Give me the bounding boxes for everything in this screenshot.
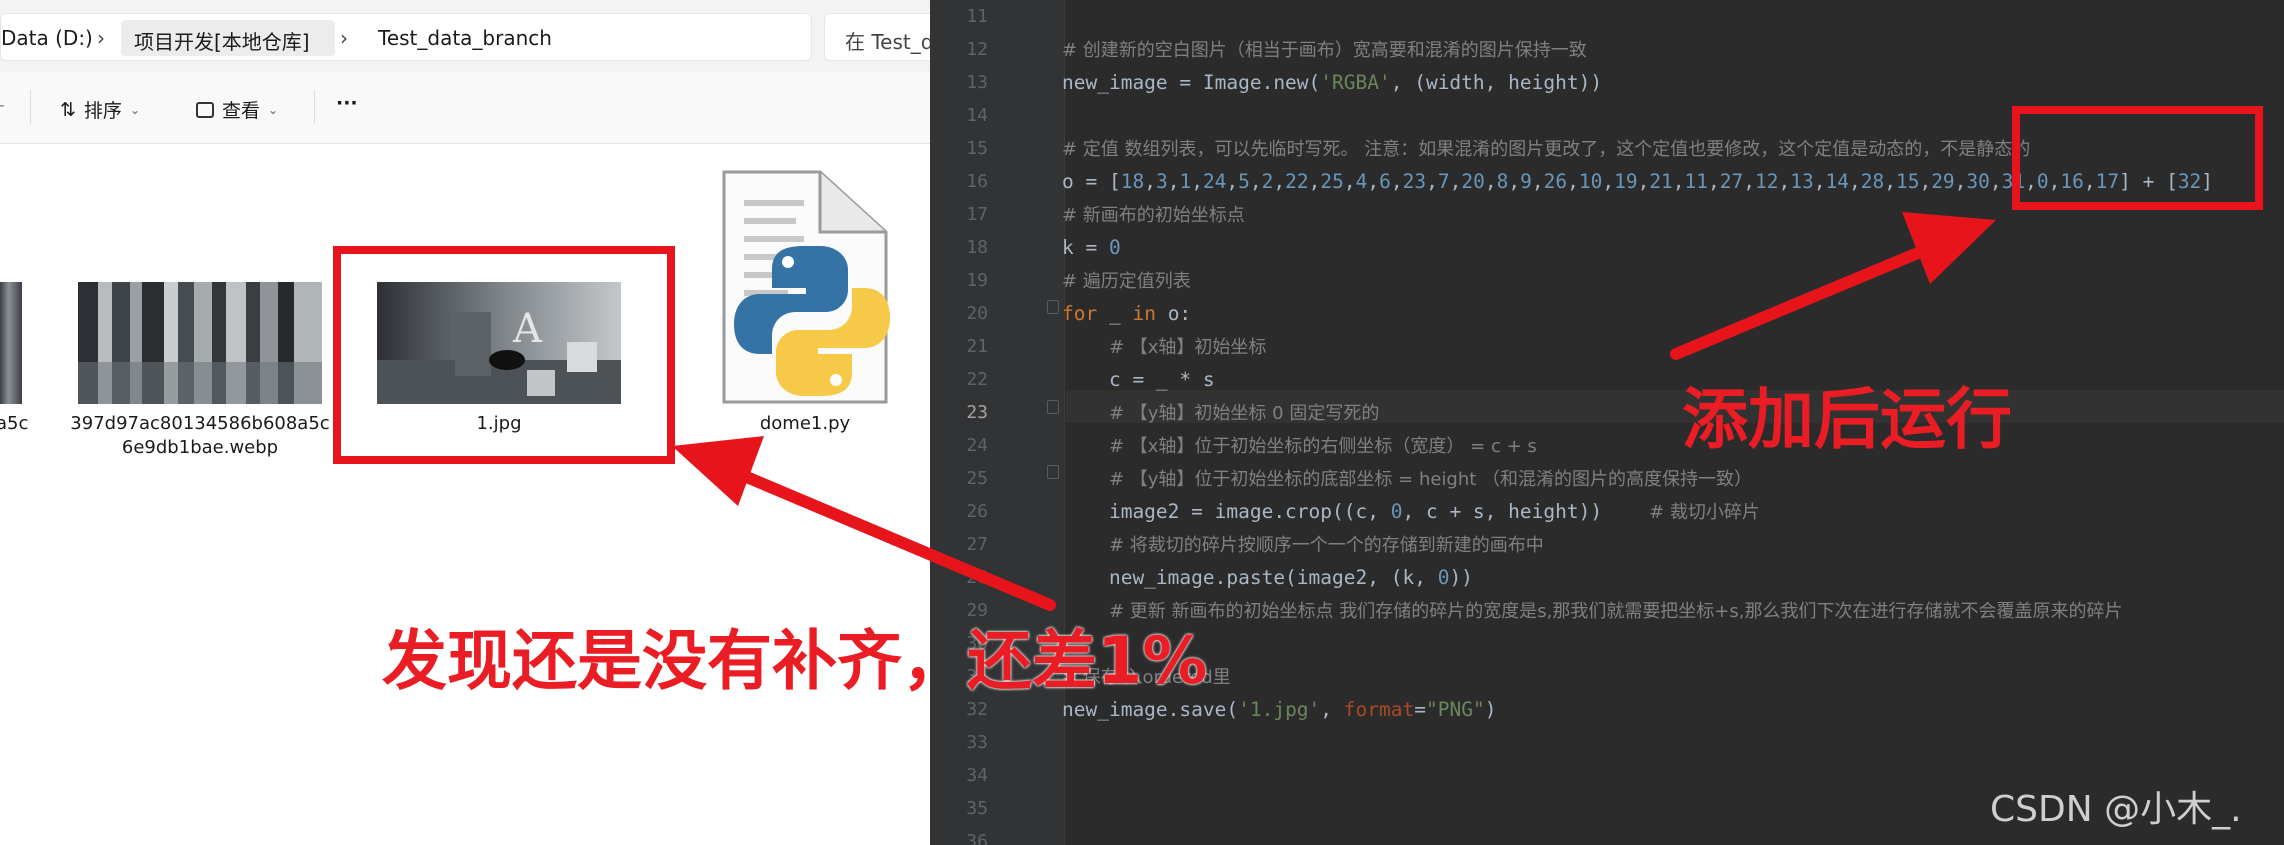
watermark: CSDN @小木_. — [1990, 789, 2242, 830]
arrow-left-shaft — [724, 464, 1056, 611]
annotation-left-note: 发现还是没有补齐，还差1% — [382, 624, 1208, 699]
arrow-left-head — [672, 436, 764, 506]
arrow-right-shaft — [1670, 242, 1936, 360]
annotation-right-note: 添加后运行 — [1682, 381, 2012, 458]
arrow-right-head — [1902, 212, 1996, 284]
